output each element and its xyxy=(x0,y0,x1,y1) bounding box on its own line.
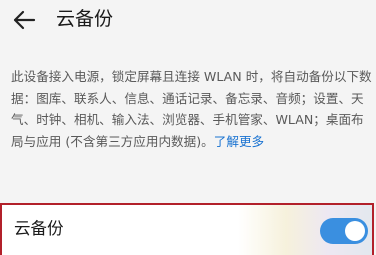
top-bar: 云备份 xyxy=(0,0,376,44)
back-button[interactable] xyxy=(8,4,40,36)
backup-description: 此设备接入电源，锁定屏幕且连接 WLAN 时，将自动备份以下数据：图库、联系人、… xyxy=(11,66,373,153)
cloud-backup-label: 云备份 xyxy=(14,219,64,238)
description-text: 此设备接入电源，锁定屏幕且连接 WLAN 时，将自动备份以下数据：图库、联系人、… xyxy=(11,69,372,150)
page-title: 云备份 xyxy=(56,8,114,30)
learn-more-link[interactable]: 了解更多 xyxy=(214,134,264,149)
cloud-backup-toggle[interactable] xyxy=(320,218,368,244)
arrow-left-icon xyxy=(13,10,36,30)
cloud-backup-setting-row[interactable]: 云备份 xyxy=(0,203,374,255)
toggle-knob xyxy=(345,221,365,241)
